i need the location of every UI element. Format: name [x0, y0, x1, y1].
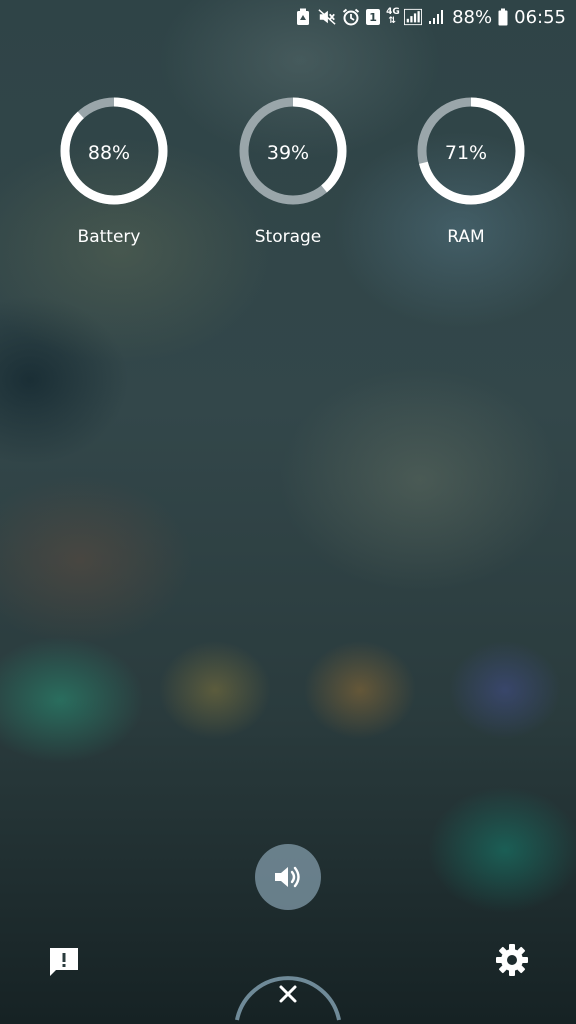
- battery-label: Battery: [77, 227, 141, 247]
- battery-percent-value: 88%: [87, 142, 131, 164]
- close-icon: [279, 985, 297, 1003]
- storage-label: Storage: [254, 227, 322, 247]
- battery-percent: 88%: [452, 6, 493, 28]
- signal-sim1-icon: [404, 8, 423, 26]
- battery-gauge[interactable]: 88% Battery: [54, 96, 174, 256]
- network-4g-icon: 4G ⇅: [386, 7, 400, 26]
- usage-gauges: 88% Battery 39% Storage 71% RAM: [0, 96, 576, 256]
- ram-percent-value: 71%: [444, 142, 488, 164]
- network-type-label: 4G: [386, 7, 400, 17]
- sim-label: 1: [369, 10, 377, 24]
- battery-icon: [498, 8, 508, 26]
- sound-toggle-button[interactable]: [255, 844, 321, 910]
- settings-button[interactable]: [492, 940, 532, 980]
- alarm-icon: [342, 8, 360, 26]
- storage-gauge[interactable]: 39% Storage: [233, 96, 353, 256]
- feedback-button[interactable]: [44, 942, 84, 982]
- status-bar: 1 4G ⇅ 88% 06:55: [294, 0, 576, 34]
- battery-saver-icon: [294, 8, 312, 26]
- feedback-icon: [47, 945, 81, 979]
- close-button[interactable]: [228, 960, 348, 1024]
- gear-icon: [495, 943, 529, 977]
- sim-1-icon: 1: [366, 9, 381, 25]
- signal-sim2-icon: [428, 8, 446, 26]
- ram-gauge[interactable]: 71% RAM: [411, 96, 531, 256]
- volume-icon: [273, 864, 303, 890]
- clock: 06:55: [514, 6, 566, 28]
- close-arc: [235, 976, 341, 1021]
- mute-icon: [318, 8, 336, 26]
- ram-label: RAM: [447, 227, 485, 247]
- storage-percent-value: 39%: [266, 142, 310, 164]
